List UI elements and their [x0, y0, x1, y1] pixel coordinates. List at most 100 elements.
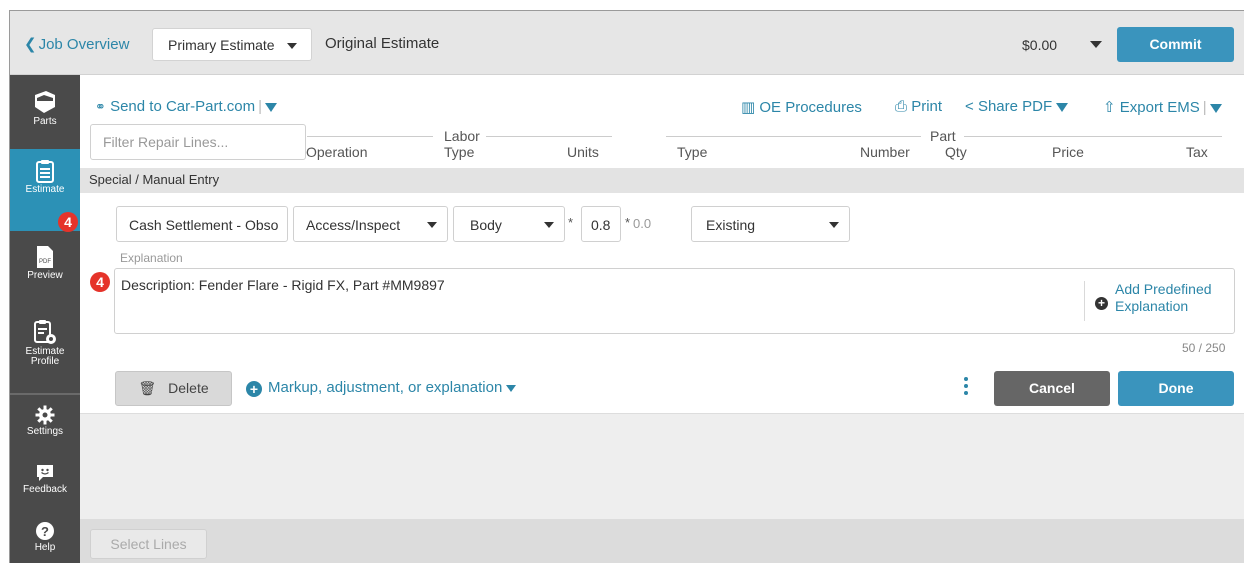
plus-circle-icon: + — [246, 381, 262, 397]
send-to-car-part-link[interactable]: ⚭ Send to Car-Part.com | — [95, 98, 278, 115]
toolbar: ⚭ Send to Car-Part.com | ▥ OE Procedures … — [80, 75, 1244, 123]
print-label: Print — [911, 98, 943, 115]
part-group-line-left — [666, 136, 921, 137]
sidebar-item-estimate-profile[interactable]: Estimate Profile — [10, 319, 80, 379]
share-dropdown-icon — [1056, 102, 1069, 112]
sidebar-item-settings[interactable]: Settings — [10, 405, 80, 447]
labor-group-line-right — [486, 136, 612, 137]
sidebar-label-settings: Settings — [26, 426, 64, 437]
app-window: ❮ Job Overview Primary Estimate Original … — [9, 10, 1244, 563]
print-icon: ⎙ — [895, 98, 908, 115]
export-ems-link[interactable]: ⇧ Export EMS | — [1103, 98, 1222, 116]
sidebar-item-help[interactable]: ? Help — [10, 521, 80, 563]
send-dropdown-icon[interactable] — [265, 102, 278, 112]
share-nodes-icon: ⚭ — [95, 99, 106, 114]
cancel-button[interactable]: Cancel — [994, 371, 1110, 406]
section-header: Special / Manual Entry — [80, 168, 1244, 193]
labor-units-input[interactable]: 0.8 — [581, 206, 621, 242]
feedback-icon — [37, 465, 53, 481]
top-bar: ❮ Job Overview Primary Estimate Original … — [10, 11, 1244, 75]
labor-group-line-left — [307, 136, 433, 137]
export-ems-label: Export EMS — [1119, 99, 1200, 116]
chevron-down-icon — [427, 222, 437, 228]
explanation-step-badge: 4 — [90, 272, 110, 292]
chevron-down-icon — [544, 222, 554, 228]
svg-text:PDF: PDF — [39, 259, 51, 265]
empty-lines-area — [80, 413, 1244, 519]
column-part-number: Number — [860, 144, 910, 160]
add-predefined-line2: Explanation — [1115, 298, 1189, 314]
labor-group-header: Labor — [444, 128, 480, 144]
markup-adjustment-link[interactable]: + Markup, adjustment, or explanation — [246, 379, 517, 397]
export-icon: ⇧ — [1103, 99, 1116, 116]
sidebar-item-pdf-preview[interactable]: PDF Preview — [10, 245, 80, 295]
add-predefined-line1: Add Predefined — [1115, 281, 1212, 297]
labor-type-select[interactable]: Body — [453, 206, 565, 242]
sidebar-label-parts: Parts — [33, 116, 57, 127]
description-field[interactable]: Cash Settlement - Obso — [116, 206, 288, 242]
labor-type-select-value: Body — [470, 217, 502, 233]
delete-button[interactable]: 🗑 Delete — [115, 371, 232, 406]
oe-procedures-label: OE Procedures — [759, 99, 862, 116]
part-type-select-value: Existing — [706, 217, 756, 233]
markup-dropdown-icon — [506, 384, 517, 392]
column-labor-type: Type — [444, 144, 475, 160]
select-lines-button[interactable]: Select Lines — [90, 529, 207, 559]
part-group-header: Part — [930, 128, 956, 144]
sidebar-step-badge: 4 — [58, 212, 78, 232]
operation-select[interactable]: Access/Inspect — [293, 206, 448, 242]
explanation-text: Description: Fender Flare - Rigid FX, Pa… — [121, 277, 445, 293]
add-predefined-label: Add Predefined Explanation — [1115, 281, 1212, 315]
commit-button[interactable]: Commit — [1117, 27, 1234, 62]
done-button[interactable]: Done — [1118, 371, 1234, 406]
filter-repair-lines-input[interactable] — [90, 124, 306, 160]
sidebar-item-feedback[interactable]: Feedback — [10, 463, 80, 505]
share-icon: < — [965, 98, 974, 115]
export-dropdown-icon[interactable] — [1209, 103, 1222, 113]
chevron-down-icon — [287, 43, 297, 49]
part-group-line-right — [964, 136, 1222, 137]
more-options-icon[interactable] — [962, 377, 970, 397]
column-price: Price — [1052, 144, 1084, 160]
part-type-select[interactable]: Existing — [691, 206, 850, 242]
clipboard-gear-icon — [34, 320, 56, 344]
share-pdf-label: Share PDF — [977, 98, 1053, 115]
explanation-label: Explanation — [120, 251, 183, 265]
sidebar-label-feedback: Feedback — [23, 484, 67, 495]
explanation-divider — [1084, 281, 1085, 321]
help-icon: ? — [36, 522, 54, 540]
estimate-select[interactable]: Primary Estimate — [152, 28, 312, 61]
sidebar-label-estimate-profile-bottom: Profile — [30, 356, 60, 367]
plus-circle-icon: + — [1095, 297, 1108, 310]
estimate-total: $0.00 — [1022, 37, 1058, 53]
column-units: Units — [567, 144, 599, 160]
print-link[interactable]: ⎙ Print — [895, 98, 942, 115]
extra-units-value: 0.0 — [633, 216, 652, 231]
column-tax: Tax — [1186, 144, 1208, 160]
book-icon: ▥ — [741, 99, 756, 116]
column-qty: Qty — [945, 144, 967, 160]
column-operation: Operation — [306, 144, 368, 160]
total-dropdown-icon[interactable] — [1090, 41, 1102, 48]
svg-text:?: ? — [41, 524, 49, 539]
sidebar-label-help: Help — [34, 542, 56, 553]
oe-procedures-link[interactable]: ▥ OE Procedures — [741, 98, 862, 116]
pdf-icon: PDF — [37, 246, 53, 268]
sidebar-item-parts[interactable]: Parts — [10, 89, 80, 139]
character-counter: 50 / 250 — [1182, 341, 1226, 355]
sidebar-label-estimate: Estimate — [25, 184, 65, 195]
footer-bar: Select Lines — [80, 519, 1244, 563]
chevron-down-icon — [829, 222, 839, 228]
explanation-textarea[interactable]: Description: Fender Flare - Rigid FX, Pa… — [114, 268, 1235, 334]
send-divider: | — [258, 98, 263, 115]
clipboard-icon — [36, 160, 54, 183]
estimate-select-value: Primary Estimate — [168, 37, 275, 53]
job-overview-link[interactable]: ❮ Job Overview — [24, 35, 129, 53]
trash-icon: 🗑 — [138, 380, 157, 396]
send-to-car-part-label: Send to Car-Part.com — [110, 98, 256, 115]
share-pdf-link[interactable]: < Share PDF — [965, 98, 1069, 115]
job-overview-label: Job Overview — [38, 36, 130, 53]
column-part-type: Type — [677, 144, 708, 160]
sidebar-label-preview: Preview — [27, 270, 63, 281]
chevron-left-icon: ❮ — [24, 36, 37, 53]
